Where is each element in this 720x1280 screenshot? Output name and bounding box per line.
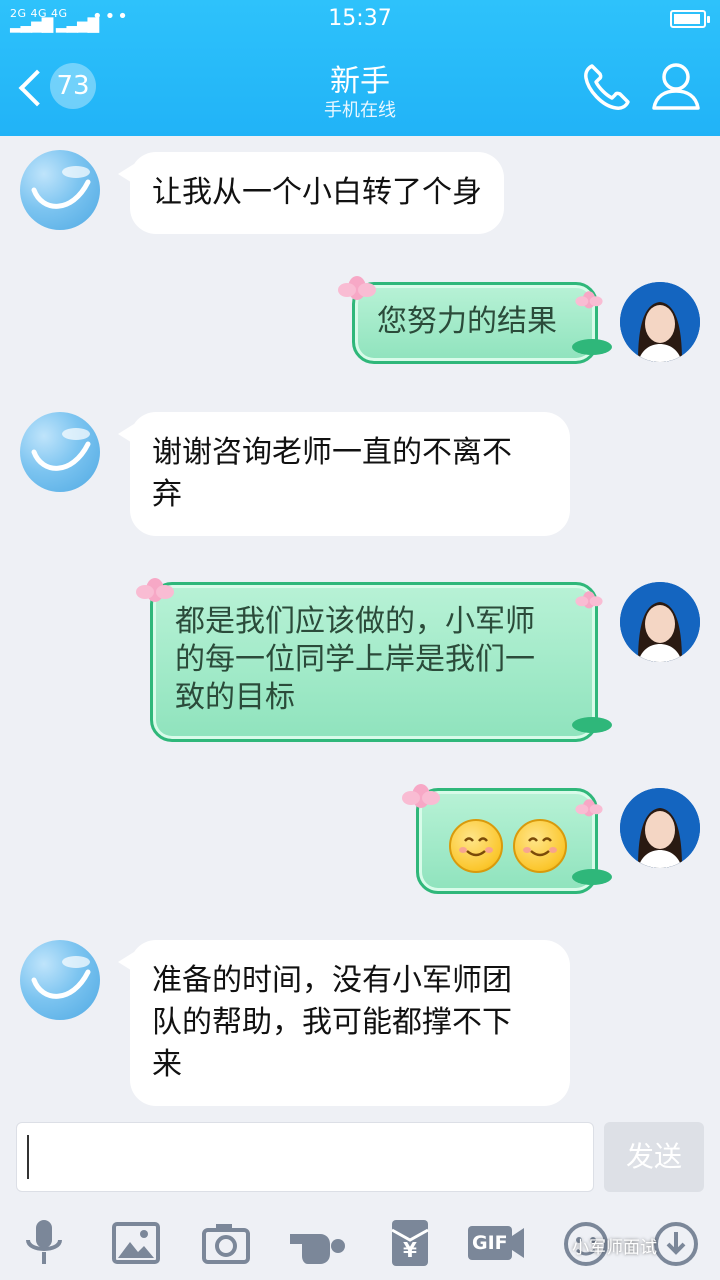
message-text: 您努力的结果 [377, 304, 557, 339]
my-avatar[interactable] [620, 788, 700, 868]
message-input[interactable] [33, 1133, 583, 1181]
portrait-image [620, 788, 700, 868]
message-text-line: 的每一位同学上岸是我们一 [175, 642, 535, 677]
profile-button[interactable] [648, 58, 704, 114]
poke-button[interactable] [286, 1216, 348, 1270]
feather-icon [31, 166, 91, 209]
message-text-line: 致的目标 [175, 680, 295, 715]
image-icon [112, 1222, 160, 1264]
red-packet-label: ¥ [403, 1238, 417, 1262]
more-button[interactable] [648, 1216, 708, 1270]
smile-emoji-icon [513, 819, 567, 873]
more-icon [654, 1222, 698, 1266]
lotus-decoration-icon [575, 799, 603, 817]
status-time: 15:37 [328, 6, 392, 31]
watermark-text: 小军师面试 [572, 1238, 657, 1258]
message-input-box[interactable] [16, 1122, 594, 1192]
message-bubble-incoming[interactable]: 让我从一个小白转了个身 [118, 152, 504, 234]
contact-avatar[interactable] [20, 150, 100, 230]
lotus-decoration-icon [338, 276, 376, 300]
poke-icon [290, 1234, 345, 1264]
message-text-line: 谢谢咨询老师一直的不离不 [152, 435, 512, 470]
portrait-image [620, 582, 700, 662]
text-caret [27, 1135, 29, 1179]
send-button[interactable]: 发送 [604, 1122, 704, 1192]
camera-button[interactable] [196, 1216, 256, 1270]
status-bar: 2G 4G 4G ▂▃▅▇ ▂▃▅▇ ••• 15:37 [0, 0, 720, 40]
feather-icon [31, 428, 91, 471]
message-text: 让我从一个小白转了个身 [152, 175, 482, 210]
camera-icon [202, 1224, 250, 1264]
my-avatar[interactable] [620, 582, 700, 662]
phone-icon [584, 64, 630, 110]
red-packet-button[interactable]: ¥ [380, 1216, 440, 1270]
message-list[interactable]: 让我从一个小白转了个身 您努力的结果 谢谢咨询老师一直的不离不 弃 都是我们应该… [0, 136, 720, 1110]
message-bubble-incoming[interactable]: 准备的时间，没有小军师团 队的帮助，我可能都撑不下 来 [118, 940, 570, 1106]
message-text-line: 来 [152, 1047, 182, 1082]
gif-button[interactable]: GIF [466, 1216, 526, 1270]
chat-header: 2G 4G 4G ▂▃▅▇ ▂▃▅▇ ••• 15:37 73 新手 手机在线 [0, 0, 720, 136]
my-avatar[interactable] [620, 282, 700, 362]
lotus-decoration-icon [575, 291, 603, 309]
leaf-decoration-icon [572, 869, 612, 885]
contact-avatar[interactable] [20, 412, 100, 492]
message-bubble-outgoing[interactable]: 您努力的结果 [352, 282, 598, 364]
leaf-decoration-icon [572, 717, 612, 733]
message-text-line: 队的帮助，我可能都撑不下 [152, 1005, 512, 1040]
leaf-decoration-icon [572, 339, 612, 355]
message-bubble-incoming[interactable]: 谢谢咨询老师一直的不离不 弃 [118, 412, 570, 536]
message-text-line: 都是我们应该做的，小军师 [175, 604, 535, 639]
phone-call-button[interactable] [578, 60, 634, 116]
message-text-line: 准备的时间，没有小军师团 [152, 963, 512, 998]
portrait-image [620, 282, 700, 362]
feather-icon [31, 956, 91, 999]
contact-avatar[interactable] [20, 940, 100, 1020]
message-text-line: 弃 [152, 477, 182, 512]
lotus-decoration-icon [136, 578, 174, 602]
microphone-icon [26, 1220, 62, 1264]
battery-icon [670, 10, 710, 28]
gif-label: GIF [472, 1232, 508, 1254]
smile-emoji-icon [449, 819, 503, 873]
message-bubble-outgoing[interactable]: 都是我们应该做的，小军师 的每一位同学上岸是我们一 致的目标 [150, 582, 598, 742]
voice-button[interactable] [14, 1216, 74, 1270]
lotus-decoration-icon [402, 784, 440, 808]
person-icon [652, 63, 700, 110]
album-button[interactable] [106, 1216, 166, 1270]
lotus-decoration-icon [575, 591, 603, 609]
